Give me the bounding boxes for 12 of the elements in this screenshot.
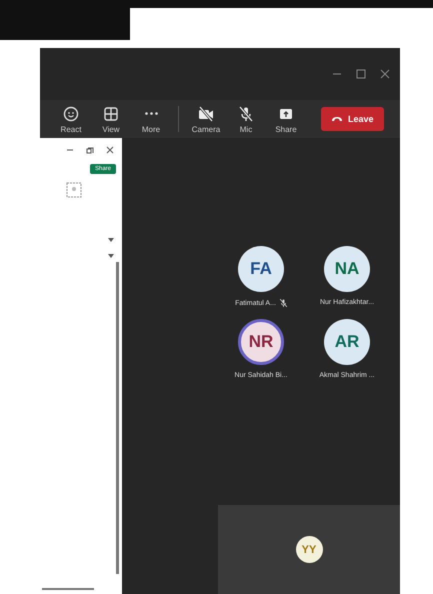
more-button[interactable]: More — [132, 102, 170, 136]
share-button[interactable]: Share — [267, 102, 305, 136]
avatar: AR — [324, 319, 370, 365]
leave-button[interactable]: Leave — [321, 107, 384, 131]
view-button[interactable]: View — [92, 102, 130, 136]
react-button[interactable]: React — [52, 102, 90, 136]
mic-button[interactable]: Mic — [227, 102, 265, 136]
avatar: NR — [238, 319, 284, 365]
avatar: NA — [324, 246, 370, 292]
avatar: FA — [238, 246, 284, 292]
camera-button[interactable]: Camera — [187, 102, 225, 136]
avatar: YY — [296, 536, 322, 563]
